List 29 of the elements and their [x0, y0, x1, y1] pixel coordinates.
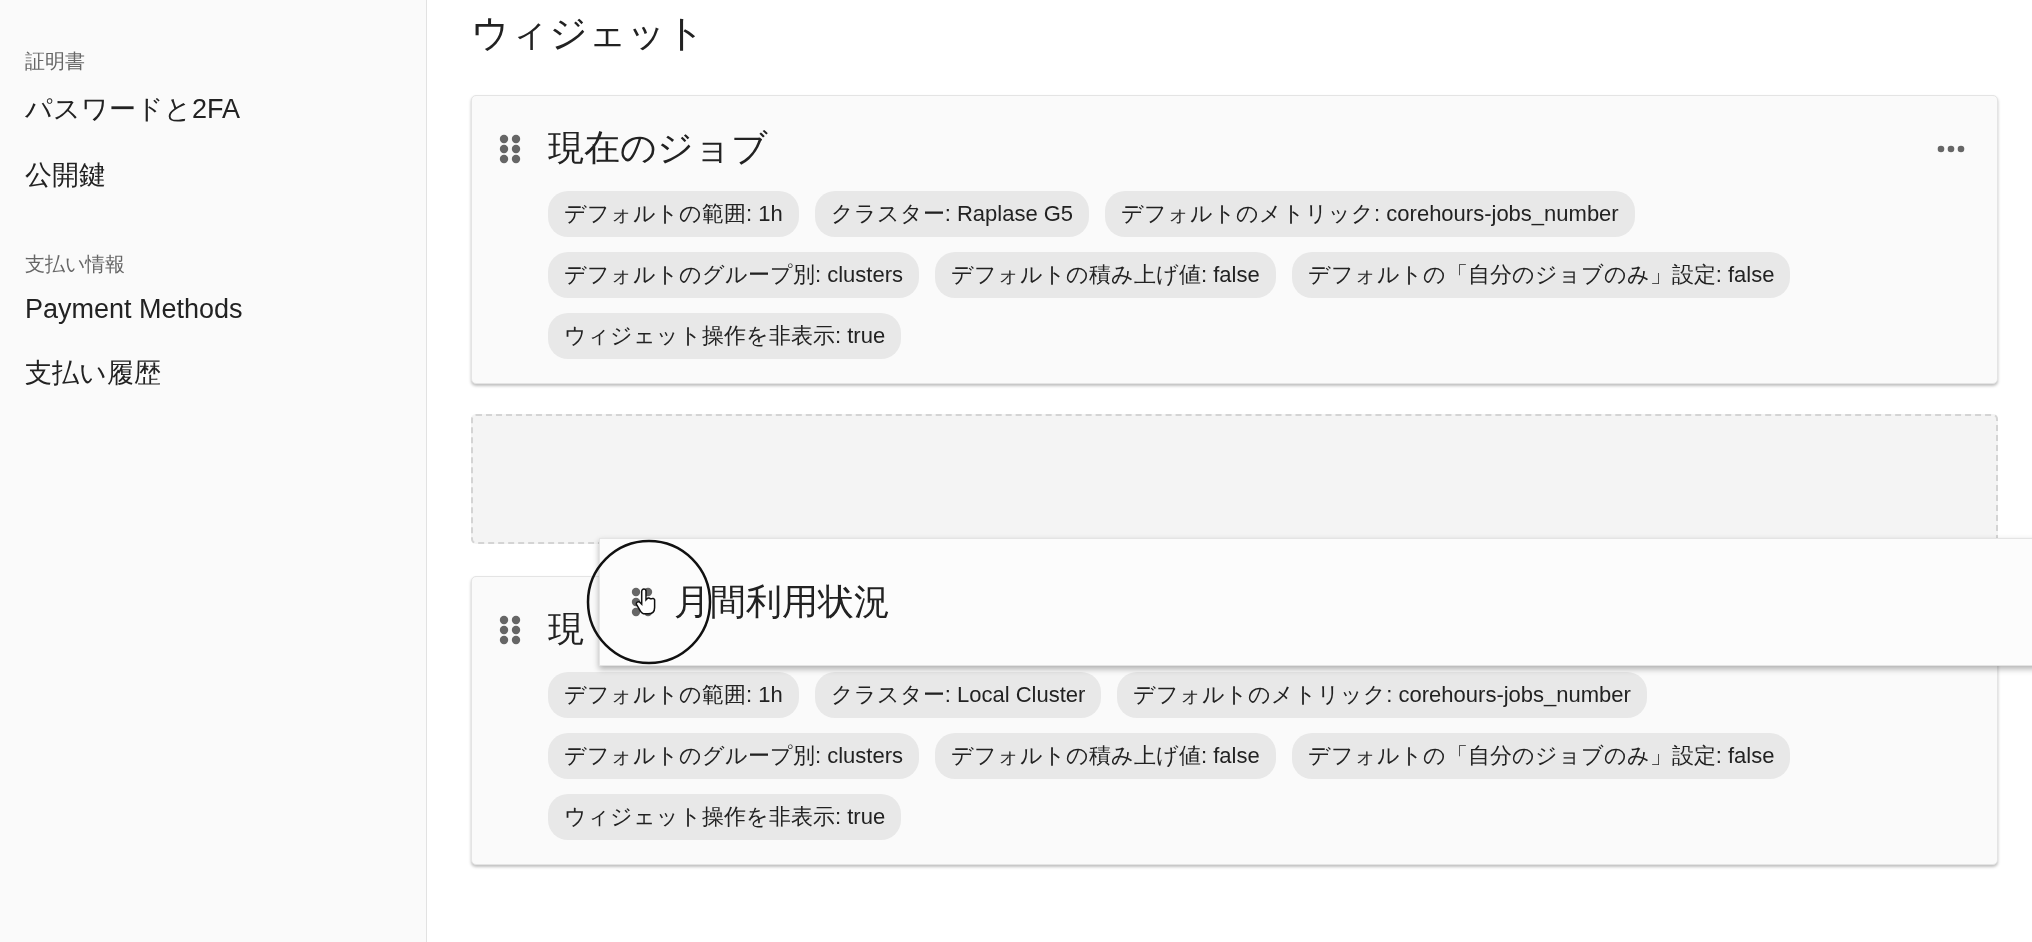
setting-chip: デフォルトのメトリック: corehours-jobs_number [1117, 672, 1647, 718]
setting-chip: デフォルトの範囲: 1h [548, 191, 799, 237]
setting-chip: デフォルトの「自分のジョブのみ」設定: false [1291, 733, 1791, 779]
setting-chip: ウィジェット操作を非表示: true [548, 794, 902, 840]
setting-chip: デフォルトの積み上げ値: false [935, 733, 1276, 779]
setting-chip: デフォルトの積み上げ値: false [935, 252, 1276, 298]
dragged-widget-card[interactable]: 月間利用状況 [599, 538, 2032, 666]
widget-title: 現 [548, 607, 584, 651]
setting-chip: ウィジェット操作を非表示: true [548, 313, 902, 359]
setting-chip: クラスター: Raplase G5 [814, 191, 1090, 237]
section-heading: 証明書 [25, 49, 85, 74]
setting-chip: デフォルトのメトリック: corehours-jobs_number [1105, 191, 1635, 237]
drag-handle-icon[interactable] [498, 133, 522, 164]
sidebar-item[interactable]: パスワードと2FA [25, 91, 241, 127]
page-title: ウィジェット [471, 11, 706, 56]
section-heading: 支払い情報 [25, 252, 125, 277]
widget-title: 月間利用状況 [674, 579, 890, 624]
sidebar-item[interactable]: 公開鍵 [25, 157, 106, 193]
setting-chip: デフォルトのグループ別: clusters [548, 733, 920, 779]
sidebar-item[interactable]: 支払い履歴 [25, 355, 161, 391]
widget-title: 現在のジョブ [548, 126, 768, 170]
drag-handle-icon[interactable] [498, 614, 522, 645]
hand-cursor-icon [635, 588, 657, 616]
sidebar-item[interactable]: Payment Methods [25, 294, 243, 325]
setting-chip: デフォルトのグループ別: clusters [548, 252, 920, 298]
setting-chip: デフォルトの「自分のジョブのみ」設定: false [1291, 252, 1791, 298]
setting-chip: クラスター: Local Cluster [814, 672, 1102, 718]
setting-chip: デフォルトの範囲: 1h [548, 672, 799, 718]
more-icon[interactable] [1937, 144, 1965, 153]
